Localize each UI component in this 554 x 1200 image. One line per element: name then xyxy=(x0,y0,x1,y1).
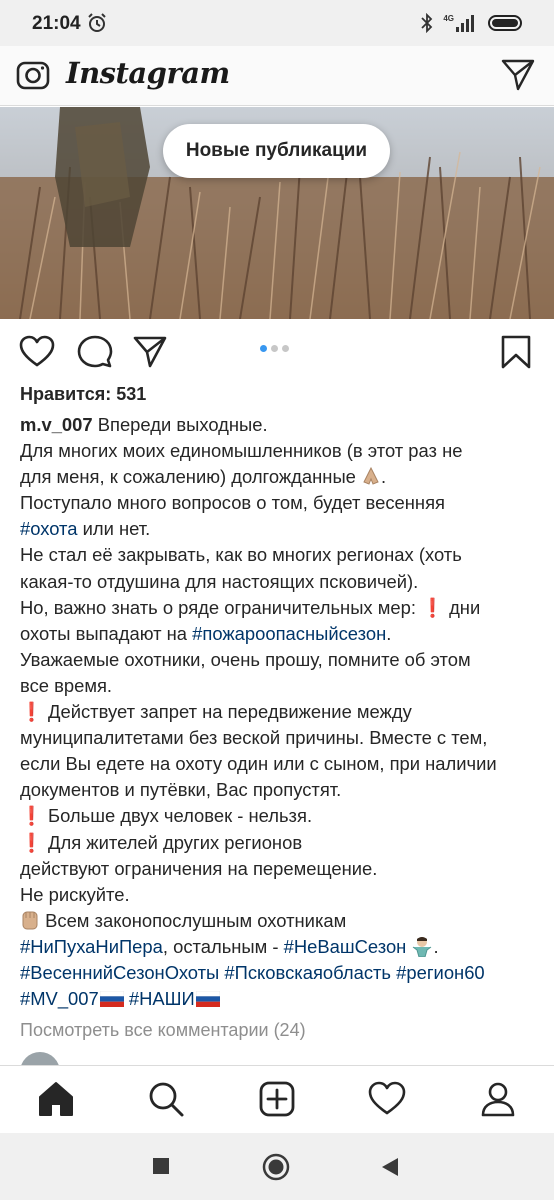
back-icon[interactable] xyxy=(380,1156,400,1178)
caption-line: охоты выпадают на #пожароопасныйсезон. xyxy=(20,621,540,647)
caption-line: ❗ Больше двух человек - нельзя. xyxy=(20,803,540,829)
caption-line: #охота или нет. xyxy=(20,516,540,542)
status-time: 21:04 xyxy=(32,13,81,34)
hashtag-link[interactable]: #НиПухаНиПера xyxy=(20,936,163,957)
exclamation-icon: ❗ xyxy=(20,805,43,827)
carousel-indicator xyxy=(260,345,289,352)
caption-line: Поступало много вопросов о том, будет ве… xyxy=(20,492,445,514)
caption-line: Уважаемые охотники, очень прошу, помните… xyxy=(20,648,471,670)
profile-icon[interactable] xyxy=(479,1080,517,1118)
caption-line: Не рискуйте. xyxy=(20,883,130,905)
caption-line: все время. xyxy=(20,674,113,696)
raised-fist-icon xyxy=(22,911,38,930)
caption-text: Для жителей других регионов xyxy=(48,831,303,853)
battery-icon xyxy=(488,15,522,31)
caption-text: , остальным - xyxy=(162,935,284,957)
caption-text: . xyxy=(386,622,392,644)
hashtag-link[interactable]: #пожароопасныйсезон xyxy=(192,623,386,644)
caption-text: дни xyxy=(449,596,481,618)
caption-text: Действует запрет на передвижение между xyxy=(48,701,412,723)
caption-line: для меня, к сожалению) долгожданные . xyxy=(20,464,540,490)
shrugging-person-icon xyxy=(413,936,432,957)
bookmark-icon[interactable] xyxy=(498,334,534,370)
camera-icon[interactable] xyxy=(16,58,50,92)
comment-icon[interactable] xyxy=(77,334,113,370)
share-icon[interactable] xyxy=(132,334,168,370)
caption-line: если Вы едете на охоту один или с сыном,… xyxy=(20,753,497,775)
carousel-dot xyxy=(260,345,267,352)
caption-line: m.v_007 Впереди выходные. xyxy=(20,412,540,438)
search-icon[interactable] xyxy=(147,1080,185,1118)
hashtag-link[interactable]: #НАШИ xyxy=(129,988,195,1009)
activity-heart-icon[interactable] xyxy=(368,1080,406,1118)
signal-icon xyxy=(456,15,474,32)
hashtag-link[interactable]: #ВесеннийСезонОхоты xyxy=(20,962,219,983)
caption-text: Но, важно знать о ряде ограничительных м… xyxy=(20,596,422,618)
direct-message-icon[interactable] xyxy=(500,56,536,92)
status-bar: 21:04 4G xyxy=(0,0,554,46)
caption-text: Впереди выходные. xyxy=(97,414,268,435)
system-navigation-bar xyxy=(0,1133,554,1200)
caption-line: #НиПухаНиПера, остальным - #НеВашСезон . xyxy=(20,934,540,960)
hashtag-link[interactable]: #регион60 xyxy=(396,962,485,983)
caption-text: . xyxy=(433,935,439,957)
praying-hands-icon xyxy=(363,467,379,485)
add-post-icon[interactable] xyxy=(258,1080,296,1118)
exclamation-icon: ❗ xyxy=(421,596,444,618)
bottom-navigation xyxy=(0,1065,554,1133)
caption-text: или нет. xyxy=(77,518,151,540)
view-all-comments-link[interactable]: Посмотреть все комментарии (24) xyxy=(20,1020,306,1041)
app-header: Instagram xyxy=(0,46,554,106)
caption-line: Но, важно знать о ряде ограничительных м… xyxy=(20,595,540,621)
caption-line: Не стал её закрывать, как во многих реги… xyxy=(20,544,462,566)
carousel-dot xyxy=(271,345,278,352)
russian-flag-icon xyxy=(99,991,124,1008)
carousel-dot xyxy=(282,345,289,352)
russian-flag-icon xyxy=(195,991,220,1008)
alarm-icon xyxy=(88,13,106,32)
exclamation-icon: ❗ xyxy=(20,831,43,853)
app-logo: Instagram xyxy=(66,56,230,90)
exclamation-icon: ❗ xyxy=(20,701,43,723)
new-posts-button[interactable]: Новые публикации xyxy=(163,124,390,178)
caption-line: ❗ Для жителей других регионов xyxy=(20,830,540,856)
caption-line: #MV_007 #НАШИ xyxy=(20,986,540,1012)
caption-line: #ВесеннийСезонОхоты #Псковскаяобласть #р… xyxy=(20,960,540,986)
bluetooth-icon xyxy=(421,13,433,33)
caption-line: документов и путёвки, Вас пропустят. xyxy=(20,779,342,801)
post-caption: m.v_007 Впереди выходные. Для многих мои… xyxy=(20,412,540,1012)
caption-text: Больше двух человек - нельзя. xyxy=(48,805,313,827)
recent-apps-icon[interactable] xyxy=(152,1157,170,1175)
home-icon[interactable] xyxy=(37,1080,75,1118)
likes-count[interactable]: Нравится: 531 xyxy=(20,384,146,405)
status-icons: 4G xyxy=(421,12,524,34)
heart-icon[interactable] xyxy=(19,334,55,370)
caption-line: Для многих моих единомышленников (в этот… xyxy=(20,440,463,462)
hashtag-link[interactable]: #охота xyxy=(20,518,78,539)
caption-line: ❗ Действует запрет на передвижение между xyxy=(20,699,540,725)
hashtag-link[interactable]: #Псковскаяобласть xyxy=(224,962,391,983)
caption-line: Всем законопослушным охотникам xyxy=(20,908,540,934)
caption-text: охоты выпадают на xyxy=(20,622,193,644)
hashtag-link[interactable]: #MV_007 xyxy=(20,988,99,1009)
hashtag-link[interactable]: #НеВашСезон xyxy=(284,936,407,957)
caption-line: какая-то отдушина для настоящих псковиче… xyxy=(20,570,419,592)
caption-text: Всем законопослушным охотникам xyxy=(40,909,347,931)
network-type-label: 4G xyxy=(443,14,454,23)
caption-line: муниципалитетами без веской причины. Вме… xyxy=(20,727,488,749)
caption-text: . xyxy=(381,466,387,488)
home-button-icon[interactable] xyxy=(262,1153,290,1181)
caption-text: для меня, к сожалению) долгожданные xyxy=(20,466,356,488)
post-username[interactable]: m.v_007 xyxy=(20,414,93,435)
caption-line: действуют ограничения на перемещение. xyxy=(20,857,378,879)
